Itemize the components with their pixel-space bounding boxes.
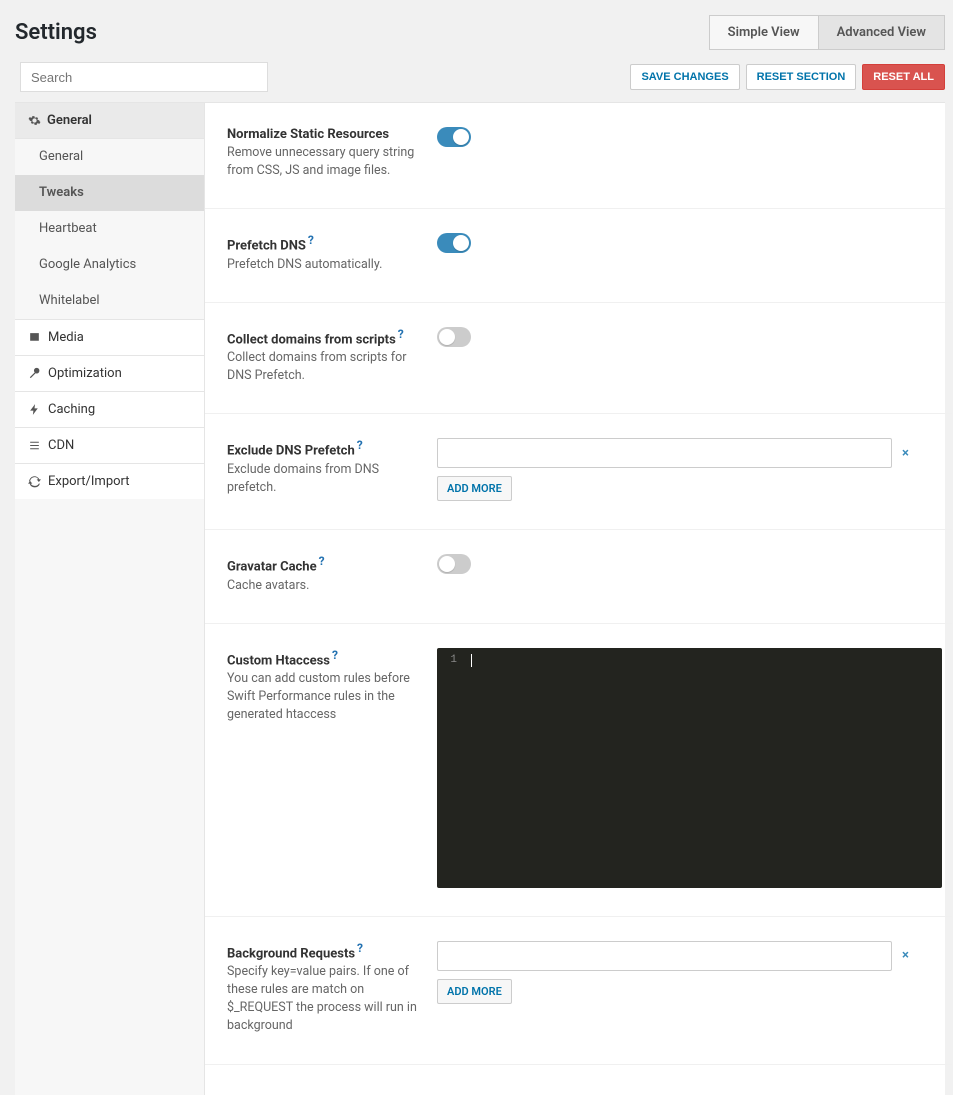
setting-desc: Collect domains from scripts for DNS Pre… (227, 349, 425, 385)
help-icon[interactable]: ? (357, 941, 363, 955)
refresh-icon (27, 475, 41, 489)
help-icon[interactable]: ? (332, 648, 338, 662)
sidebar-sub-general[interactable]: General (15, 139, 204, 175)
sidebar-item-label: Caching (48, 402, 95, 417)
setting-desc: Remove unnecessary query string from CSS… (227, 144, 425, 180)
prefetch-dns-toggle[interactable] (437, 233, 471, 253)
image-icon (27, 331, 41, 345)
htaccess-editor[interactable]: 1 (437, 648, 942, 888)
settings-page: Settings Simple View Advanced View SAVE … (0, 0, 953, 1095)
setting-desc: Exclude domains from DNS prefetch. (227, 461, 425, 497)
setting-normalize-static-resources: Normalize Static Resources Remove unnece… (205, 103, 952, 209)
background-request-input[interactable] (437, 941, 892, 971)
sidebar-sub-heartbeat[interactable]: Heartbeat (15, 211, 204, 247)
sidebar-item-caching[interactable]: Caching (15, 391, 204, 427)
setting-title: Exclude DNS Prefetch? (227, 438, 425, 458)
header-row: Settings Simple View Advanced View (0, 0, 953, 62)
setting-desc: You can add custom rules before Swift Pe… (227, 670, 425, 724)
content: Normalize Static Resources Remove unnece… (205, 103, 952, 1095)
sidebar-item-export-import[interactable]: Export/Import (15, 463, 204, 499)
exclude-dns-input[interactable] (437, 438, 892, 468)
setting-title: Background Requests? (227, 941, 425, 961)
help-icon[interactable]: ? (398, 327, 404, 341)
save-changes-button[interactable]: SAVE CHANGES (630, 64, 739, 90)
reset-all-button[interactable]: RESET ALL (862, 64, 945, 90)
setting-desc: Cache avatars. (227, 577, 425, 595)
setting-prefetch-dns: Prefetch DNS? Prefetch DNS automatically… (205, 209, 952, 302)
setting-title: Custom Htaccess? (227, 648, 425, 668)
tab-simple-view[interactable]: Simple View (709, 15, 819, 50)
bolt-icon (27, 403, 41, 417)
sidebar-item-optimization[interactable]: Optimization (15, 355, 204, 391)
list-icon (27, 439, 41, 453)
reset-section-button[interactable]: RESET SECTION (746, 64, 857, 90)
sidebar-item-media[interactable]: Media (15, 319, 204, 355)
setting-background-requests: Background Requests? Specify key=value p… (205, 917, 952, 1065)
sidebar-item-cdn[interactable]: CDN (15, 427, 204, 463)
setting-exclude-dns-prefetch: Exclude DNS Prefetch? Exclude domains fr… (205, 414, 952, 530)
setting-title: Collect domains from scripts? (227, 327, 425, 347)
sidebar-item-label: Export/Import (48, 474, 130, 489)
setting-title: Gravatar Cache? (227, 554, 425, 574)
setting-collect-domains: Collect domains from scripts? Collect do… (205, 303, 952, 415)
sidebar-sub-whitelabel[interactable]: Whitelabel (15, 283, 204, 319)
remove-input-button[interactable]: × (900, 948, 911, 963)
main: General General Tweaks Heartbeat Google … (15, 102, 945, 1095)
remove-input-button[interactable]: × (900, 446, 911, 461)
setting-title: Normalize Static Resources (227, 127, 425, 142)
add-more-button[interactable]: ADD MORE (437, 476, 512, 501)
text-cursor (471, 654, 472, 667)
sidebar-item-label: Optimization (48, 366, 122, 381)
gear-icon (27, 114, 41, 128)
add-more-button[interactable]: ADD MORE (437, 979, 512, 1004)
search-input[interactable] (20, 62, 268, 92)
gravatar-toggle[interactable] (437, 554, 471, 574)
wrench-icon (27, 367, 41, 381)
line-number: 1 (437, 648, 463, 888)
sidebar: General General Tweaks Heartbeat Google … (15, 103, 205, 1095)
help-icon[interactable]: ? (308, 233, 314, 247)
sidebar-item-label: Media (48, 330, 84, 345)
sidebar-sub-google-analytics[interactable]: Google Analytics (15, 247, 204, 283)
normalize-toggle[interactable] (437, 127, 471, 147)
toolbar: SAVE CHANGES RESET SECTION RESET ALL (0, 62, 953, 102)
page-title: Settings (15, 20, 97, 45)
help-icon[interactable]: ? (319, 554, 325, 568)
sidebar-group-general[interactable]: General (15, 103, 204, 139)
collect-domains-toggle[interactable] (437, 327, 471, 347)
setting-desc: Prefetch DNS automatically. (227, 256, 425, 274)
help-icon[interactable]: ? (357, 438, 363, 452)
setting-gravatar-cache: Gravatar Cache? Cache avatars. (205, 530, 952, 623)
view-tabs: Simple View Advanced View (709, 15, 945, 50)
sidebar-item-label: CDN (48, 438, 74, 453)
setting-custom-htaccess: Custom Htaccess? You can add custom rule… (205, 624, 952, 917)
sidebar-sub-tweaks[interactable]: Tweaks (15, 175, 204, 211)
sidebar-group-label: General (47, 113, 92, 128)
setting-desc: Specify key=value pairs. If one of these… (227, 963, 425, 1036)
tab-advanced-view[interactable]: Advanced View (818, 15, 945, 50)
setting-title: Prefetch DNS? (227, 233, 425, 253)
